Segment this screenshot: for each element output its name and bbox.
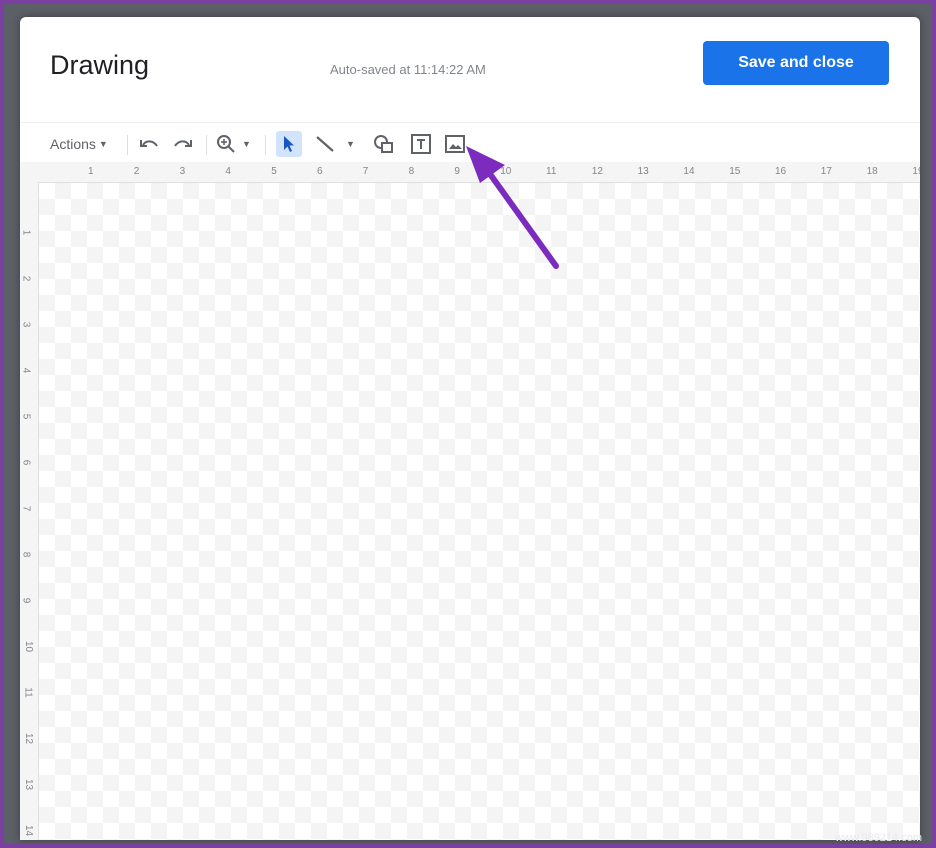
ruler-tick-label: 9 [454, 166, 460, 177]
ruler-tick-label: 4 [225, 166, 231, 177]
ruler-tick-label: 7 [362, 166, 369, 177]
drawing-toolbar: Actions ▼ ▼ ▼ [20, 122, 920, 163]
toolbar-divider [265, 135, 266, 155]
save-and-close-button[interactable]: Save and close [703, 41, 889, 85]
ruler-tick-label: 6 [317, 166, 323, 177]
text-box-icon [411, 134, 431, 154]
redo-icon [174, 140, 192, 147]
ruler-tick-label: 2 [20, 275, 32, 282]
select-icon [284, 136, 294, 152]
dialog-title: Drawing [50, 50, 150, 80]
shape-tool-button[interactable] [371, 131, 397, 157]
zoom-button[interactable]: ▼ [216, 131, 251, 157]
ruler-tick-label: 9 [20, 597, 32, 604]
drawing-dialog: Drawing Auto-saved at 11:14:22 AM Save a… [20, 17, 920, 840]
vertical-ruler: 1 2 3 4 5 6 7 8 9 10 11 12 13 14 [20, 182, 39, 840]
horizontal-ruler: 12345678910111213141516171819 [20, 162, 920, 183]
redo-button[interactable] [170, 131, 196, 157]
zoom-icon [217, 135, 235, 153]
ruler-tick-label: 7 [20, 505, 32, 512]
dialog-header: Drawing Auto-saved at 11:14:22 AM Save a… [20, 17, 920, 115]
ruler-tick-label: 1 [88, 166, 94, 177]
ruler-tick-label: 11 [22, 687, 34, 698]
ruler-tick-label: 13 [637, 166, 649, 177]
line-icon [316, 136, 334, 152]
chevron-down-icon: ▼ [346, 139, 355, 149]
ruler-tick-label: 19 [912, 166, 920, 177]
ruler-tick-label: 16 [775, 166, 787, 177]
ruler-tick-label: 10 [500, 166, 512, 177]
ruler-tick-label: 10 [23, 640, 35, 653]
ruler-tick-label: 3 [20, 321, 32, 328]
line-tool-button[interactable]: ▼ [314, 131, 355, 157]
chevron-down-icon: ▼ [242, 139, 251, 149]
select-tool-button[interactable] [276, 131, 302, 157]
toolbar-divider [206, 135, 207, 155]
ruler-tick-label: 8 [408, 166, 415, 177]
ruler-tick-label: 4 [20, 367, 32, 374]
text-box-button[interactable] [408, 131, 434, 157]
ruler-tick-label: 1 [20, 229, 32, 236]
ruler-tick-label: 6 [20, 459, 32, 466]
shape-icon [374, 135, 393, 153]
insert-image-button[interactable] [442, 131, 468, 157]
autosave-status: Auto-saved at 11:14:22 AM [330, 62, 486, 77]
ruler-tick-label: 8 [20, 551, 32, 558]
undo-icon [140, 140, 158, 147]
ruler-tick-label: 11 [546, 166, 557, 177]
actions-label: Actions [50, 136, 96, 152]
chevron-down-icon: ▼ [98, 139, 108, 149]
ruler-tick-label: 3 [179, 166, 186, 177]
ruler-tick-label: 12 [23, 732, 35, 745]
ruler-tick-label: 12 [591, 166, 603, 177]
ruler-tick-label: 2 [133, 166, 140, 177]
actions-menu[interactable]: Actions ▼ [50, 131, 108, 157]
toolbar-divider [127, 135, 128, 155]
ruler-tick-label: 13 [23, 778, 35, 791]
ruler-tick-label: 5 [271, 166, 277, 177]
ruler-tick-label: 5 [20, 413, 32, 420]
watermark: www.989214.com [835, 832, 922, 844]
drawing-canvas[interactable] [39, 183, 920, 840]
ruler-tick-label: 18 [866, 166, 878, 177]
image-icon [445, 135, 465, 153]
undo-button[interactable] [136, 131, 162, 157]
ruler-tick-label: 14 [683, 166, 695, 177]
ruler-tick-label: 14 [23, 824, 35, 837]
ruler-tick-label: 17 [820, 166, 832, 177]
ruler-tick-label: 15 [729, 166, 741, 177]
